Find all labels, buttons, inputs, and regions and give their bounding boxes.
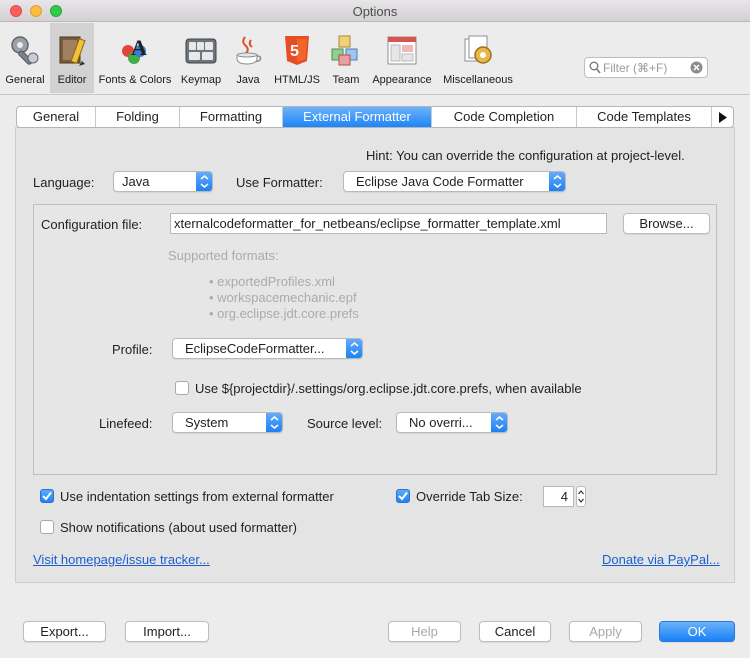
use-projectdir-checkbox[interactable] (175, 381, 189, 395)
profile-select[interactable]: EclipseCodeFormatter... (172, 338, 363, 359)
tab-code-completion[interactable]: Code Completion (432, 107, 577, 127)
gear-documents-icon (464, 35, 492, 64)
toolbar-label: Appearance (372, 74, 432, 86)
use-projectdir-label: Use ${projectdir}/.settings/org.eclipse.… (195, 381, 582, 396)
tab-folding[interactable]: Folding (96, 107, 180, 127)
homepage-link[interactable]: Visit homepage/issue tracker... (33, 552, 210, 567)
configuration-file-input[interactable]: xternalcodeformatter_for_netbeans/eclips… (170, 213, 607, 234)
java-cup-icon (236, 36, 262, 65)
toolbar-item-keymap[interactable]: Keymap (178, 23, 224, 93)
search-icon (589, 61, 601, 74)
language-label: Language: (33, 175, 95, 190)
keyboard-icon (185, 38, 217, 64)
toolbar-item-team[interactable]: Team (328, 23, 364, 93)
wrench-gear-icon (11, 36, 39, 65)
toolbar-item-general[interactable]: General (2, 23, 48, 93)
apply-button[interactable]: Apply (569, 621, 642, 642)
triangle-right-icon (719, 111, 727, 123)
browse-button[interactable]: Browse... (623, 213, 710, 234)
fonts-colors-icon: A (122, 35, 147, 64)
cancel-button[interactable]: Cancel (479, 621, 551, 642)
override-tab-size-label: Override Tab Size: (416, 489, 523, 504)
svg-text:5: 5 (290, 43, 299, 60)
checkmark-icon (42, 491, 52, 501)
stepper-arrows-icon (578, 490, 584, 503)
toolbar-item-html-js[interactable]: 5 HTML/JS (274, 23, 320, 93)
toolbar-label: Editor (57, 74, 87, 86)
toolbar-label: Keymap (180, 74, 222, 86)
updown-chevron-icon (491, 413, 507, 432)
supported-format-item: • exportedProfiles.xml (209, 274, 335, 289)
show-notifications-label: Show notifications (about used formatter… (60, 520, 298, 535)
source-level-select[interactable]: No overri... (396, 412, 508, 433)
profile-select-value: EclipseCodeFormatter... (185, 341, 325, 356)
svg-text:A: A (131, 35, 147, 60)
supported-format-item: • workspacemechanic.epf (209, 290, 357, 305)
import-button[interactable]: Import... (125, 621, 209, 642)
tab-size-stepper[interactable] (576, 486, 586, 507)
toolbar-label: Fonts & Colors (98, 74, 172, 86)
linefeed-label: Linefeed: (99, 416, 153, 431)
help-button[interactable]: Help (388, 621, 461, 642)
profile-label: Profile: (112, 342, 153, 357)
project-level-hint: Hint: You can override the configuration… (366, 148, 685, 163)
filter-input[interactable] (601, 59, 689, 76)
toolbar-label: Miscellaneous (443, 74, 513, 86)
use-formatter-select-value: Eclipse Java Code Formatter (356, 174, 524, 189)
filter-search-field[interactable] (584, 57, 708, 78)
tab-size-input[interactable]: 4 (543, 486, 574, 507)
html5-icon: 5 (285, 36, 309, 65)
toolbar-label: HTML/JS (274, 74, 320, 86)
toolbar-label: General (5, 74, 45, 86)
tab-scroll-right-button[interactable] (712, 107, 733, 127)
updown-chevron-icon (266, 413, 282, 432)
source-level-label: Source level: (307, 416, 383, 431)
language-select[interactable]: Java (113, 171, 213, 192)
checkmark-icon (398, 491, 408, 501)
editor-tabs: General Folding Formatting External Form… (16, 106, 734, 128)
updown-chevron-icon (346, 339, 362, 358)
toolbar-item-java[interactable]: Java (230, 23, 266, 93)
toolbar-item-editor[interactable]: Editor (50, 23, 94, 93)
options-toolbar: General Editor A Fonts & Colors Keymap J… (0, 23, 750, 95)
use-indentation-checkbox[interactable] (40, 489, 54, 503)
toolbar-label: Team (332, 74, 360, 86)
toolbar-item-fonts-colors[interactable]: A Fonts & Colors (96, 23, 174, 93)
supported-format-item: • org.eclipse.jdt.core.prefs (209, 306, 359, 321)
toolbar-item-appearance[interactable]: Appearance (370, 23, 434, 93)
show-notifications-checkbox[interactable] (40, 520, 54, 534)
tab-external-formatter[interactable]: External Formatter (283, 107, 432, 127)
clear-search-icon[interactable] (690, 61, 703, 74)
toolbar-item-miscellaneous[interactable]: Miscellaneous (440, 23, 516, 93)
use-formatter-select[interactable]: Eclipse Java Code Formatter (343, 171, 566, 192)
supported-formats-label: Supported formats: (168, 248, 279, 263)
override-tab-size-checkbox[interactable] (396, 489, 410, 503)
eclipse-formatter-settings-box (33, 204, 717, 475)
donate-paypal-link[interactable]: Donate via PayPal... (602, 552, 720, 567)
cubes-icon (331, 35, 358, 66)
source-level-select-value: No overri... (409, 415, 473, 430)
updown-chevron-icon (549, 172, 565, 191)
linefeed-select-value: System (185, 415, 229, 430)
window-title: Options (352, 4, 398, 19)
configuration-file-label: Configuration file: (41, 217, 143, 232)
tab-general[interactable]: General (17, 107, 96, 127)
toolbar-label: Java (236, 74, 260, 86)
title-bar: Options (0, 0, 750, 22)
linefeed-select[interactable]: System (172, 412, 283, 433)
export-button[interactable]: Export... (23, 621, 106, 642)
use-formatter-label: Use Formatter: (236, 175, 323, 190)
language-select-value: Java (122, 174, 150, 189)
updown-chevron-icon (196, 172, 212, 191)
tab-formatting[interactable]: Formatting (180, 107, 283, 127)
editor-pencil-icon (59, 36, 86, 66)
tab-code-templates[interactable]: Code Templates (577, 107, 712, 127)
ok-button[interactable]: OK (659, 621, 735, 642)
use-indentation-label: Use indentation settings from external f… (60, 489, 334, 504)
window-layout-icon (387, 36, 417, 65)
